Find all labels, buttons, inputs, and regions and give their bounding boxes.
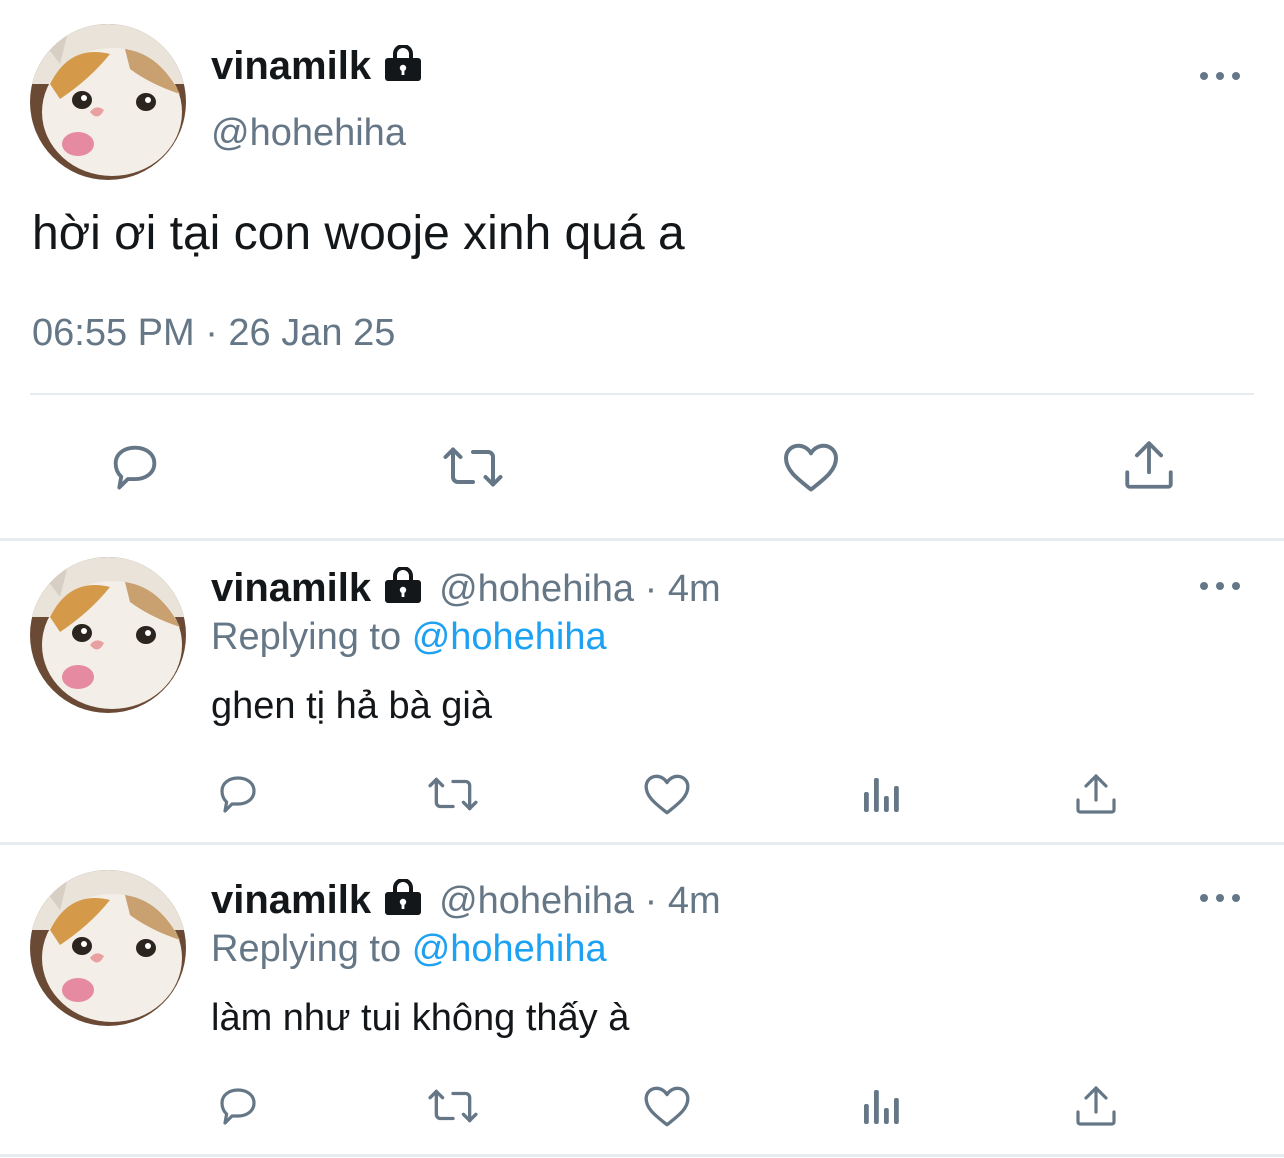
section-divider <box>0 1154 1284 1157</box>
reply-time[interactable]: 4m <box>668 568 721 610</box>
divider <box>30 393 1254 395</box>
share-icon[interactable] <box>1070 768 1122 820</box>
reply-text: làm như tui không thấy à <box>211 997 630 1039</box>
display-name[interactable]: vinamilk <box>211 566 371 610</box>
reply-icon[interactable] <box>212 768 264 820</box>
tweet-timestamp[interactable]: 06:55 PM · 26 Jan 25 <box>32 312 395 355</box>
avatar[interactable] <box>30 24 186 180</box>
reply-text: ghen tị hả bà già <box>211 685 493 727</box>
more-options-icon[interactable] <box>1200 576 1240 596</box>
lock-icon <box>383 45 423 81</box>
replying-to: Replying to @hohehiha <box>211 928 607 970</box>
reply-icon[interactable] <box>212 1080 264 1132</box>
separator: · <box>644 568 658 610</box>
share-icon[interactable] <box>1118 434 1180 496</box>
mention-link[interactable]: @hohehiha <box>412 616 607 658</box>
reply-icon[interactable] <box>104 436 166 498</box>
more-options-icon[interactable] <box>1200 66 1240 86</box>
display-name[interactable]: vinamilk <box>211 878 371 922</box>
share-icon[interactable] <box>1070 1080 1122 1132</box>
separator: · <box>644 880 658 922</box>
analytics-icon[interactable] <box>858 1082 906 1130</box>
retweet-icon[interactable] <box>440 436 506 498</box>
more-options-icon[interactable] <box>1200 888 1240 908</box>
cat-avatar-image <box>30 557 186 713</box>
handle[interactable]: @hohehiha <box>211 112 406 155</box>
analytics-icon[interactable] <box>858 770 906 818</box>
like-icon[interactable] <box>780 436 842 498</box>
retweet-icon[interactable] <box>425 1080 481 1132</box>
reply-header: vinamilk @hohehiha · 4m <box>211 566 721 611</box>
retweet-icon[interactable] <box>425 768 481 820</box>
tweet-text: hời ơi tại con wooje xinh quá a <box>32 207 685 260</box>
like-icon[interactable] <box>640 768 694 820</box>
reply-header: vinamilk @hohehiha · 4m <box>211 878 721 923</box>
lock-icon <box>383 879 423 915</box>
section-divider <box>0 842 1284 845</box>
section-divider <box>0 538 1284 541</box>
handle[interactable]: @hohehiha <box>439 568 634 610</box>
avatar[interactable] <box>30 557 186 713</box>
lock-icon <box>383 567 423 603</box>
cat-avatar-image <box>30 24 186 180</box>
handle[interactable]: @hohehiha <box>439 880 634 922</box>
reply-time[interactable]: 4m <box>668 880 721 922</box>
like-icon[interactable] <box>640 1080 694 1132</box>
mention-link[interactable]: @hohehiha <box>412 928 607 970</box>
display-name[interactable]: vinamilk <box>211 44 423 89</box>
avatar[interactable] <box>30 870 186 1026</box>
replying-to: Replying to @hohehiha <box>211 616 607 658</box>
cat-avatar-image <box>30 870 186 1026</box>
